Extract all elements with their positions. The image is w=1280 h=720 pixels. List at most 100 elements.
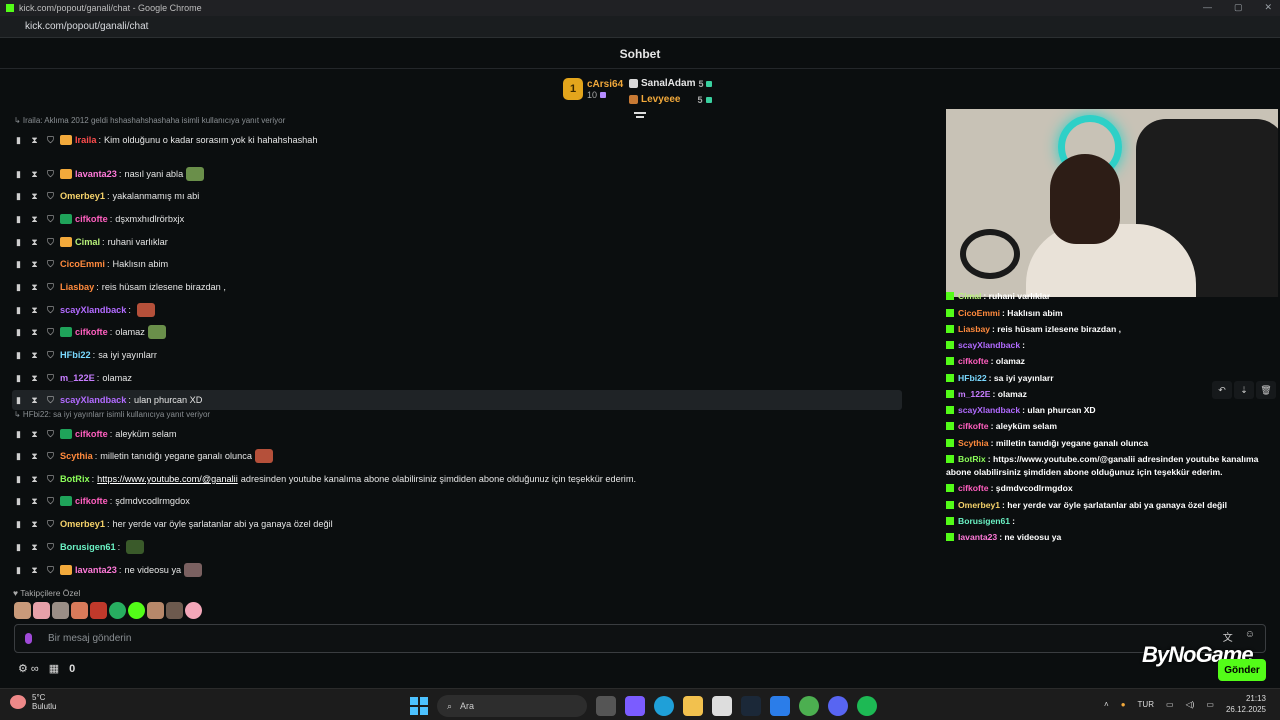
- emote-icon[interactable]: [33, 602, 50, 619]
- filter-icon[interactable]: [634, 112, 646, 122]
- start-icon[interactable]: [410, 697, 428, 715]
- weather-widget[interactable]: 5°C Bulutlu: [10, 693, 56, 711]
- message-input[interactable]: Bir mesaj gönderin 文 ☺: [14, 624, 1266, 653]
- chat-message[interactable]: ▮ ⧗ ⛉ Borusigen61:: [12, 537, 902, 557]
- ban-shield-icon[interactable]: ⛉: [44, 429, 57, 440]
- timeout-icon[interactable]: ⧗: [28, 327, 41, 338]
- minimize-icon[interactable]: —: [1203, 2, 1212, 13]
- chat-message[interactable]: ▮ ⧗ ⛉ cifkofte: olamaz: [12, 322, 902, 342]
- timeout-icon[interactable]: ⧗: [28, 237, 41, 248]
- timeout-icon[interactable]: ⧗: [28, 259, 41, 270]
- delete-message-icon[interactable]: ▮: [12, 237, 25, 248]
- delete-message-icon[interactable]: ▮: [12, 565, 25, 576]
- chrome-icon[interactable]: [799, 696, 819, 716]
- close-icon[interactable]: ✕: [1264, 2, 1272, 13]
- chat-message[interactable]: ▮ ⧗ ⛉ scayXlandback: ulan phurcan XD: [12, 390, 902, 410]
- chat-username[interactable]: cifkofte: [75, 327, 108, 337]
- timeout-icon[interactable]: ⧗: [28, 395, 41, 406]
- chat-username[interactable]: HFbi22: [60, 350, 91, 360]
- chat-username[interactable]: Omerbey1: [60, 519, 105, 529]
- delete-message-icon[interactable]: ▮: [12, 496, 25, 507]
- chat-username[interactable]: cifkofte: [75, 496, 108, 506]
- delete-message-icon[interactable]: ▮: [12, 135, 25, 146]
- ban-shield-icon[interactable]: ⛉: [44, 214, 57, 225]
- taskbar-search[interactable]: ⌕ Ara: [437, 695, 587, 717]
- timeout-icon[interactable]: ⧗: [28, 474, 41, 485]
- clock[interactable]: 21:13 26.12.2025: [1226, 693, 1266, 715]
- chat-username[interactable]: cifkofte: [75, 429, 108, 439]
- ban-shield-icon[interactable]: ⛉: [44, 373, 57, 384]
- chat-username[interactable]: Iraila: [75, 135, 96, 145]
- address-bar[interactable]: kick.com/popout/ganali/chat: [0, 16, 1280, 38]
- chat-message[interactable]: ▮ ⧗ ⛉ cifkofte: aleyküm selam: [12, 424, 902, 444]
- emote-icon[interactable]: [147, 602, 164, 619]
- delete-message-icon[interactable]: ▮: [12, 519, 25, 530]
- mic-icon[interactable]: [25, 633, 32, 644]
- timeout-icon[interactable]: ⧗: [28, 496, 41, 507]
- timeout-icon[interactable]: ⧗: [28, 169, 41, 180]
- chat-username[interactable]: Borusigen61: [60, 542, 116, 552]
- timeout-icon[interactable]: ⧗: [28, 451, 41, 462]
- timeout-icon[interactable]: ⧗: [28, 135, 41, 146]
- chat-message[interactable]: ▮ ⧗ ⛉ HFbi22: sa iyi yayınlarr: [12, 345, 902, 365]
- chat-message[interactable]: ▮ ⧗ ⛉ lavanta23: nasıl yani abla: [12, 164, 902, 184]
- mic-tray-icon[interactable]: ●: [1121, 700, 1126, 709]
- file-explorer-icon[interactable]: [683, 696, 703, 716]
- chat-message[interactable]: ▮ ⧗ ⛉ Iraila: Kim olduğunu o kadar sorasım y…: [12, 130, 902, 150]
- ban-shield-icon[interactable]: ⛉: [44, 519, 57, 530]
- chat-username[interactable]: Scythia: [60, 451, 93, 461]
- timeout-icon[interactable]: ⧗: [28, 542, 41, 553]
- emote-icon[interactable]: [128, 602, 145, 619]
- chat-username[interactable]: lavanta23: [75, 169, 117, 179]
- timeout-icon[interactable]: ⧗: [28, 214, 41, 225]
- delete-message-icon[interactable]: ▮: [12, 259, 25, 270]
- emote-icon[interactable]: [166, 602, 183, 619]
- delete-message-icon[interactable]: ▮: [12, 395, 25, 406]
- chat-username[interactable]: CicoEmmi: [60, 259, 105, 269]
- delete-message-icon[interactable]: ▮: [12, 350, 25, 361]
- delete-message-icon[interactable]: ▮: [12, 542, 25, 553]
- delete-message-icon[interactable]: ▮: [12, 282, 25, 293]
- timeout-icon[interactable]: ⧗: [28, 191, 41, 202]
- chat-username[interactable]: scayXlandback: [60, 305, 126, 315]
- delete-message-icon[interactable]: ▮: [12, 214, 25, 225]
- chat-username[interactable]: scayXlandback: [60, 395, 126, 405]
- ban-shield-icon[interactable]: ⛉: [44, 169, 57, 180]
- language-indicator[interactable]: TUR: [1138, 700, 1154, 709]
- timeout-icon[interactable]: ⧗: [28, 565, 41, 576]
- timeout-icon[interactable]: ⧗: [28, 429, 41, 440]
- chat-username[interactable]: Omerbey1: [60, 191, 105, 201]
- reply-context[interactable]: ↳ HFbi22: sa iyi yayınlarr isimli kullan…: [14, 410, 210, 419]
- ban-shield-icon[interactable]: ⛉: [44, 395, 57, 406]
- mail-icon[interactable]: [770, 696, 790, 716]
- pin-icon[interactable]: ⇣: [1234, 381, 1254, 399]
- copilot-icon[interactable]: [625, 696, 645, 716]
- chat-message[interactable]: ▮ ⧗ ⛉ scayXlandback:: [12, 300, 902, 320]
- timeout-icon[interactable]: ⧗: [28, 282, 41, 293]
- battery-icon[interactable]: ▭: [1206, 700, 1214, 709]
- chat-message[interactable]: ▮ ⧗ ⛉ Omerbey1: yakalanmamış mı abi: [12, 186, 902, 206]
- chat-message[interactable]: ▮ ⧗ ⛉ Omerbey1: her yerde var öyle şarlatanl…: [12, 514, 902, 534]
- ban-shield-icon[interactable]: ⛉: [44, 191, 57, 202]
- delete-icon[interactable]: 🗑: [1256, 381, 1276, 399]
- chat-username[interactable]: BotRix: [60, 474, 90, 484]
- ban-shield-icon[interactable]: ⛉: [44, 474, 57, 485]
- discord-icon[interactable]: [828, 696, 848, 716]
- ban-shield-icon[interactable]: ⛉: [44, 327, 57, 338]
- chat-message[interactable]: ▮ ⧗ ⛉ BotRix: https://www.youtube.com/@ganal…: [12, 469, 902, 489]
- gift-box-icon[interactable]: ▦: [49, 662, 59, 675]
- emote-icon[interactable]: [90, 602, 107, 619]
- reply-icon[interactable]: ↶: [1212, 381, 1232, 399]
- ban-shield-icon[interactable]: ⛉: [44, 259, 57, 270]
- timeout-icon[interactable]: ⧗: [28, 373, 41, 384]
- delete-message-icon[interactable]: ▮: [12, 305, 25, 316]
- store-icon[interactable]: [712, 696, 732, 716]
- chat-message[interactable]: ▮ ⧗ ⛉ cifkofte: şdmdvcodlrmgdox: [12, 491, 902, 511]
- leader-second[interactable]: SanalAdam 5: [629, 78, 713, 89]
- ban-shield-icon[interactable]: ⛉: [44, 350, 57, 361]
- delete-message-icon[interactable]: ▮: [12, 474, 25, 485]
- steam-icon[interactable]: [741, 696, 761, 716]
- delete-message-icon[interactable]: ▮: [12, 191, 25, 202]
- settings-icon[interactable]: ⚙ ∞: [18, 662, 39, 675]
- emote-icon[interactable]: [14, 602, 31, 619]
